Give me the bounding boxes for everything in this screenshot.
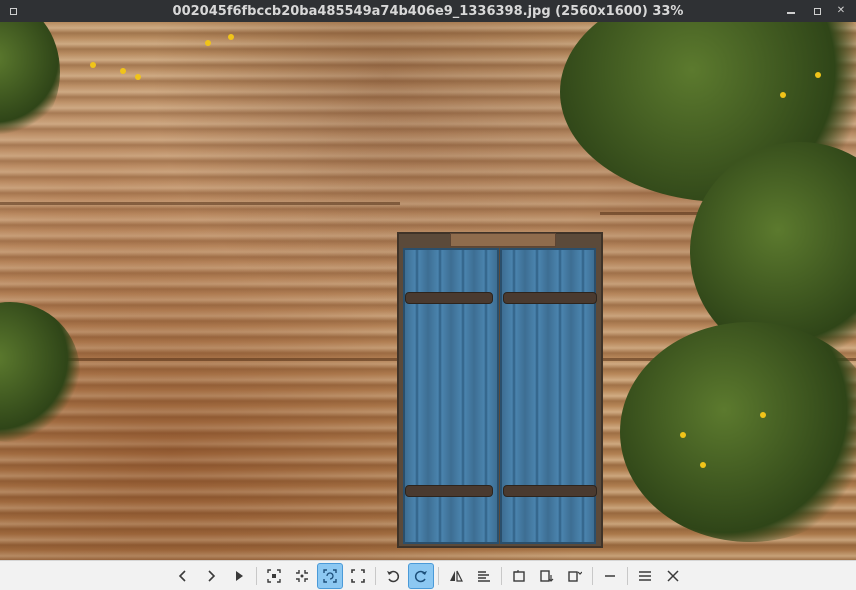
close-icon <box>667 569 679 582</box>
flower <box>135 74 141 80</box>
toolbar-separator <box>501 566 502 585</box>
file-menu-icon <box>568 570 582 582</box>
zoom-original-button[interactable] <box>289 563 315 589</box>
flower <box>205 40 211 46</box>
minus-icon <box>605 574 615 577</box>
hinge <box>503 292 597 304</box>
panel-seam <box>0 202 400 205</box>
rotate-left-button[interactable] <box>380 563 406 589</box>
toolbar-separator <box>375 566 376 585</box>
hinge <box>503 485 597 497</box>
flip-icon <box>450 570 463 582</box>
previous-image-button[interactable] <box>170 563 196 589</box>
flower <box>120 68 126 74</box>
window-lintel <box>450 233 556 247</box>
maximize-window-icon[interactable] <box>810 4 824 18</box>
slideshow-button[interactable] <box>226 563 252 589</box>
toolbar-separator <box>627 566 628 585</box>
flower <box>815 72 821 78</box>
hinge <box>405 485 493 497</box>
hinge <box>405 292 493 304</box>
auto-zoom-icon <box>323 568 337 583</box>
hamburger-icon <box>639 570 651 581</box>
original-size-icon <box>296 569 308 582</box>
toolbar-separator <box>438 566 439 585</box>
minimize-window-icon[interactable] <box>784 4 798 18</box>
toolbar-separator <box>256 566 257 585</box>
image-viewport[interactable] <box>0 22 856 560</box>
zoom-auto-button[interactable] <box>317 562 343 589</box>
flower <box>228 34 234 40</box>
next-image-button[interactable] <box>198 563 224 589</box>
flower <box>780 92 786 98</box>
toolbar-separator <box>592 566 593 585</box>
fullscreen-icon <box>351 568 365 583</box>
file-save-icon <box>540 569 554 582</box>
flower <box>90 62 96 68</box>
close-window-icon[interactable]: ✕ <box>834 4 848 18</box>
play-icon <box>236 570 243 581</box>
rotate-ccw-icon <box>387 570 400 582</box>
flip-vertical-button[interactable] <box>471 563 497 589</box>
flower <box>760 412 766 418</box>
title-bar: 002045f6fbccb20ba485549a74b406e9_1336398… <box>0 0 856 22</box>
flip-horizontal-button[interactable] <box>443 563 469 589</box>
flower <box>700 462 706 468</box>
window-title: 002045f6fbccb20ba485549a74b406e9_1336398… <box>172 3 684 19</box>
zoom-fit-button[interactable] <box>261 563 287 589</box>
window-menu-icon[interactable] <box>6 4 20 18</box>
close-button[interactable] <box>660 563 686 589</box>
fullscreen-button[interactable] <box>345 563 371 589</box>
align-icon <box>478 570 490 582</box>
fit-window-icon <box>267 568 281 583</box>
save-file-button[interactable] <box>534 563 560 589</box>
flower <box>680 432 686 438</box>
menu-button[interactable] <box>632 563 658 589</box>
chevron-left-icon <box>178 569 186 582</box>
file-menu-button[interactable] <box>562 563 588 589</box>
file-open-icon <box>513 569 525 582</box>
rotate-right-button[interactable] <box>408 562 434 589</box>
rotate-cw-icon <box>414 570 427 582</box>
minimize-toolbar-button[interactable] <box>597 563 623 589</box>
chevron-right-icon <box>208 569 216 582</box>
open-file-button[interactable] <box>506 563 532 589</box>
toolbar <box>0 560 856 590</box>
